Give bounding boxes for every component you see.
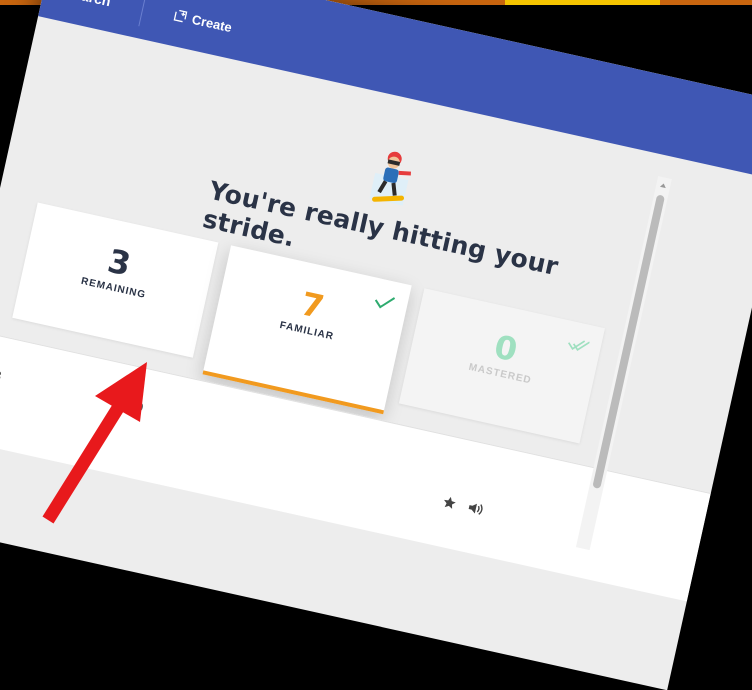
scroll-thumb[interactable] bbox=[592, 194, 666, 489]
term-text: 3x3 bbox=[0, 365, 4, 384]
app-window: arch Create You're really hitting your s… bbox=[0, 0, 752, 690]
top-tab[interactable] bbox=[505, 0, 660, 5]
nav-divider bbox=[138, 0, 148, 27]
remaining-card[interactable]: 3 REMAINING bbox=[12, 202, 219, 358]
create-button[interactable]: Create bbox=[172, 8, 233, 36]
row-actions bbox=[441, 494, 485, 517]
snowboarder-icon bbox=[369, 151, 411, 206]
star-icon[interactable] bbox=[441, 494, 458, 511]
speaker-icon[interactable] bbox=[467, 500, 486, 517]
definition-text: 9 bbox=[134, 399, 145, 416]
row-divider bbox=[112, 393, 120, 420]
create-icon bbox=[173, 9, 188, 23]
create-label: Create bbox=[190, 11, 234, 36]
scroll-up-icon[interactable] bbox=[659, 181, 669, 191]
search-nav-link[interactable]: arch bbox=[80, 0, 112, 9]
